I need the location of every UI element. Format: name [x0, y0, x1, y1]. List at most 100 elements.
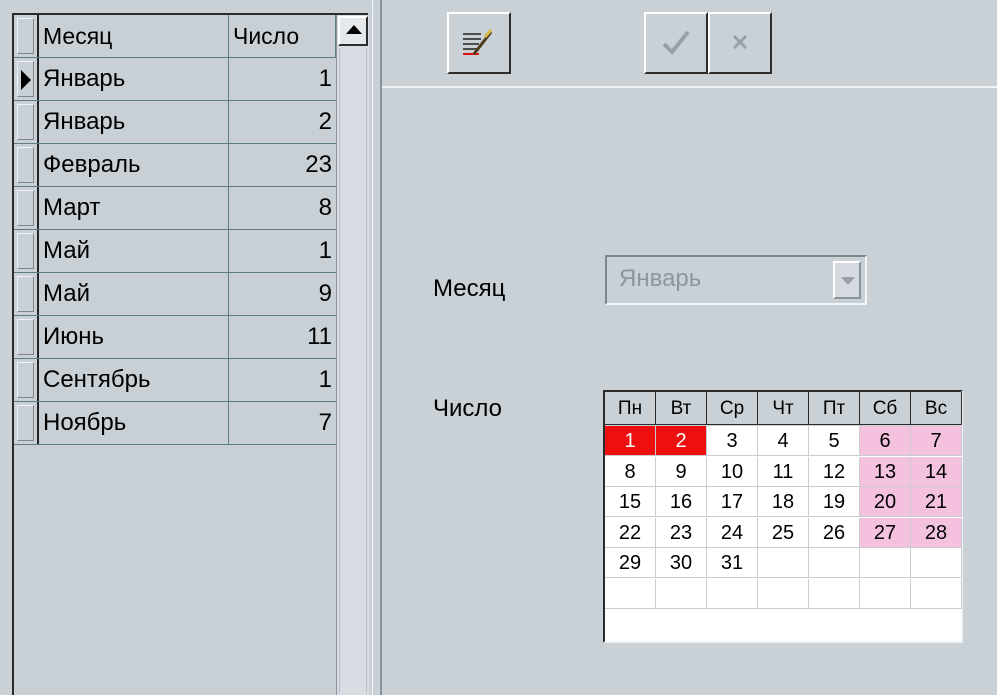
calendar-day[interactable]: 30 [656, 548, 707, 578]
calendar-day[interactable]: 26 [809, 517, 860, 548]
cell-number[interactable]: 1 [229, 230, 336, 272]
row-indicator[interactable] [14, 101, 39, 143]
day-calendar[interactable]: Пн Вт Ср Чт Пт Сб Вс 1 2 3 4 5 6 7 8 9 10 11 12 13 14 15 16 17… [603, 390, 963, 643]
cell-month[interactable]: Сентябрь [39, 359, 229, 401]
cell-month[interactable]: Февраль [39, 144, 229, 186]
month-dropdown[interactable]: Январь [605, 255, 867, 305]
row-indicator[interactable] [14, 144, 39, 186]
cell-number[interactable]: 8 [229, 187, 336, 229]
table-row[interactable]: Июнь 11 [14, 316, 336, 359]
calendar-day[interactable]: 24 [707, 517, 758, 548]
checkmark-icon [662, 30, 690, 55]
calendar-day[interactable]: 15 [605, 487, 656, 517]
chevron-down-icon [841, 277, 855, 285]
cell-number[interactable]: 11 [229, 316, 336, 358]
calendar-day[interactable]: 1 [605, 426, 656, 456]
weekday-header: Сб [860, 392, 911, 425]
cell-number[interactable]: 1 [229, 359, 336, 401]
table-row[interactable]: Май 9 [14, 273, 336, 316]
calendar-day[interactable]: 19 [809, 487, 860, 517]
scroll-up-button[interactable] [338, 16, 368, 46]
cell-month[interactable]: Ноябрь [39, 402, 229, 444]
row-indicator[interactable] [14, 187, 39, 229]
calendar-day[interactable]: 11 [758, 456, 809, 487]
calendar-day[interactable]: 14 [911, 456, 962, 487]
cell-number[interactable]: 23 [229, 144, 336, 186]
calendar-day[interactable]: 21 [911, 487, 962, 517]
calendar-day[interactable]: 29 [605, 548, 656, 578]
cell-month[interactable]: Май [39, 273, 229, 315]
calendar-day [809, 548, 860, 578]
calendar-day[interactable]: 23 [656, 517, 707, 548]
calendar-day[interactable]: 25 [758, 517, 809, 548]
calendar-day[interactable]: 5 [809, 426, 860, 456]
header-indicator [14, 15, 39, 57]
splitter[interactable] [372, 0, 382, 695]
calendar-day[interactable]: 12 [809, 456, 860, 487]
column-header-month[interactable]: Месяц [39, 15, 229, 57]
calendar-day[interactable]: 16 [656, 487, 707, 517]
calendar-day [758, 548, 809, 578]
calendar-day[interactable]: 4 [758, 426, 809, 456]
table-row[interactable]: Январь 2 [14, 101, 336, 144]
toolbar-separator [382, 86, 997, 88]
row-indicator[interactable] [14, 273, 39, 315]
column-header-number[interactable]: Число [229, 15, 336, 57]
cell-number[interactable]: 9 [229, 273, 336, 315]
row-indicator[interactable] [14, 359, 39, 401]
month-dropdown-value: Январь [619, 265, 702, 292]
calendar-day[interactable]: 28 [911, 517, 962, 548]
grid-vertical-scrollbar[interactable] [336, 15, 369, 695]
calendar-day [605, 578, 656, 609]
table-row[interactable]: Сентябрь 1 [14, 359, 336, 402]
calendar-day[interactable]: 18 [758, 487, 809, 517]
row-indicator[interactable] [14, 230, 39, 272]
calendar-day[interactable]: 8 [605, 456, 656, 487]
table-row[interactable]: Ноябрь 7 [14, 402, 336, 445]
scroll-track[interactable] [339, 48, 367, 693]
row-indicator[interactable] [14, 58, 39, 100]
calendar-day[interactable]: 31 [707, 548, 758, 578]
weekday-header: Вт [656, 392, 707, 425]
cell-number[interactable]: 7 [229, 402, 336, 444]
table-row[interactable]: Март 8 [14, 187, 336, 230]
calendar-day [911, 578, 962, 609]
cell-month[interactable]: Январь [39, 101, 229, 143]
cell-number[interactable]: 2 [229, 101, 336, 143]
calendar-day[interactable]: 22 [605, 517, 656, 548]
current-row-icon [21, 70, 31, 90]
calendar-day[interactable]: 9 [656, 456, 707, 487]
calendar-day[interactable]: 13 [860, 456, 911, 487]
dropdown-button[interactable] [833, 261, 861, 299]
calendar-day [911, 548, 962, 578]
calendar-day[interactable]: 6 [860, 426, 911, 456]
calendar-day[interactable]: 3 [707, 426, 758, 456]
calendar-day[interactable]: 27 [860, 517, 911, 548]
day-label: Число [433, 395, 503, 422]
cell-number[interactable]: 1 [229, 58, 336, 100]
arrow-up-icon [346, 25, 362, 34]
cross-icon [732, 34, 748, 50]
cancel-button[interactable] [708, 12, 772, 74]
calendar-day[interactable]: 20 [860, 487, 911, 517]
cell-month[interactable]: Январь [39, 58, 229, 100]
table-row[interactable]: Февраль 23 [14, 144, 336, 187]
weekday-header: Вс [911, 392, 962, 425]
calendar-day[interactable]: 10 [707, 456, 758, 487]
row-indicator[interactable] [14, 316, 39, 358]
calendar-day[interactable]: 17 [707, 487, 758, 517]
holiday-grid-panel: Месяц Число Январь 1 Январь 2 Февраль 23 Март 8… [0, 0, 372, 695]
holiday-grid[interactable]: Месяц Число Январь 1 Январь 2 Февраль 23 Март 8… [12, 13, 369, 695]
calendar-day[interactable]: 7 [911, 426, 962, 456]
table-row[interactable]: Май 1 [14, 230, 336, 273]
edit-button[interactable] [447, 12, 511, 74]
cell-month[interactable]: Март [39, 187, 229, 229]
confirm-button[interactable] [644, 12, 708, 74]
weekday-header: Пт [809, 392, 860, 425]
table-row[interactable]: Январь 1 [14, 58, 336, 101]
calendar-day[interactable]: 2 [656, 426, 707, 456]
weekday-header: Чт [758, 392, 809, 425]
cell-month[interactable]: Май [39, 230, 229, 272]
row-indicator[interactable] [14, 402, 39, 444]
cell-month[interactable]: Июнь [39, 316, 229, 358]
